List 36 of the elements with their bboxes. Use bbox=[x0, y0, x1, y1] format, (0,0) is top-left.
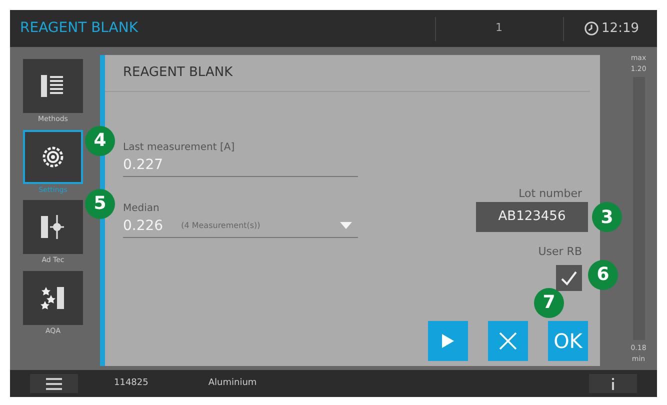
field-label: Lot number bbox=[518, 186, 582, 202]
play-icon bbox=[441, 332, 455, 348]
ruler-icon bbox=[39, 213, 67, 241]
info-icon bbox=[611, 378, 615, 390]
clock-icon bbox=[584, 21, 599, 36]
lot-number-field[interactable]: AB123456 bbox=[476, 202, 588, 232]
sidebar-tile[interactable] bbox=[23, 270, 83, 324]
menu-button[interactable] bbox=[30, 374, 78, 393]
method-code: 114825 bbox=[114, 376, 148, 390]
menu-icon bbox=[46, 378, 62, 390]
close-icon bbox=[498, 330, 518, 350]
sidebar-tile[interactable] bbox=[23, 200, 83, 254]
measurement-value: 0.227 bbox=[123, 156, 164, 174]
play-button[interactable] bbox=[428, 320, 468, 360]
counter-text: 1 bbox=[496, 20, 503, 36]
callout-marker: 3 bbox=[592, 202, 622, 232]
sidebar-tile[interactable] bbox=[23, 59, 83, 113]
user-rb-checkbox[interactable] bbox=[556, 264, 582, 290]
median-dropdown[interactable]: 0.226 (4 Measurement(s)) bbox=[123, 216, 358, 238]
field-label: User RB bbox=[538, 244, 582, 260]
field-label: Last measurement [A] bbox=[123, 140, 236, 154]
ok-button[interactable]: OK bbox=[548, 320, 588, 360]
close-button[interactable] bbox=[488, 320, 528, 360]
info-button[interactable] bbox=[589, 374, 637, 393]
panel-title: REAGENT BLANK bbox=[105, 55, 590, 92]
clock-time: 12:19 bbox=[602, 20, 639, 38]
callout-marker: 5 bbox=[85, 188, 115, 218]
method-name: Aluminium bbox=[208, 376, 257, 390]
check-icon bbox=[560, 270, 578, 286]
callout-marker: 7 bbox=[534, 288, 564, 318]
caret-icon bbox=[340, 222, 352, 230]
field-label: Median bbox=[123, 202, 160, 216]
sidebar-tile[interactable] bbox=[23, 130, 83, 184]
callout-marker: 6 bbox=[588, 260, 618, 290]
callout-marker: 4 bbox=[85, 126, 115, 156]
screen-title: REAGENT BLANK bbox=[20, 19, 138, 38]
